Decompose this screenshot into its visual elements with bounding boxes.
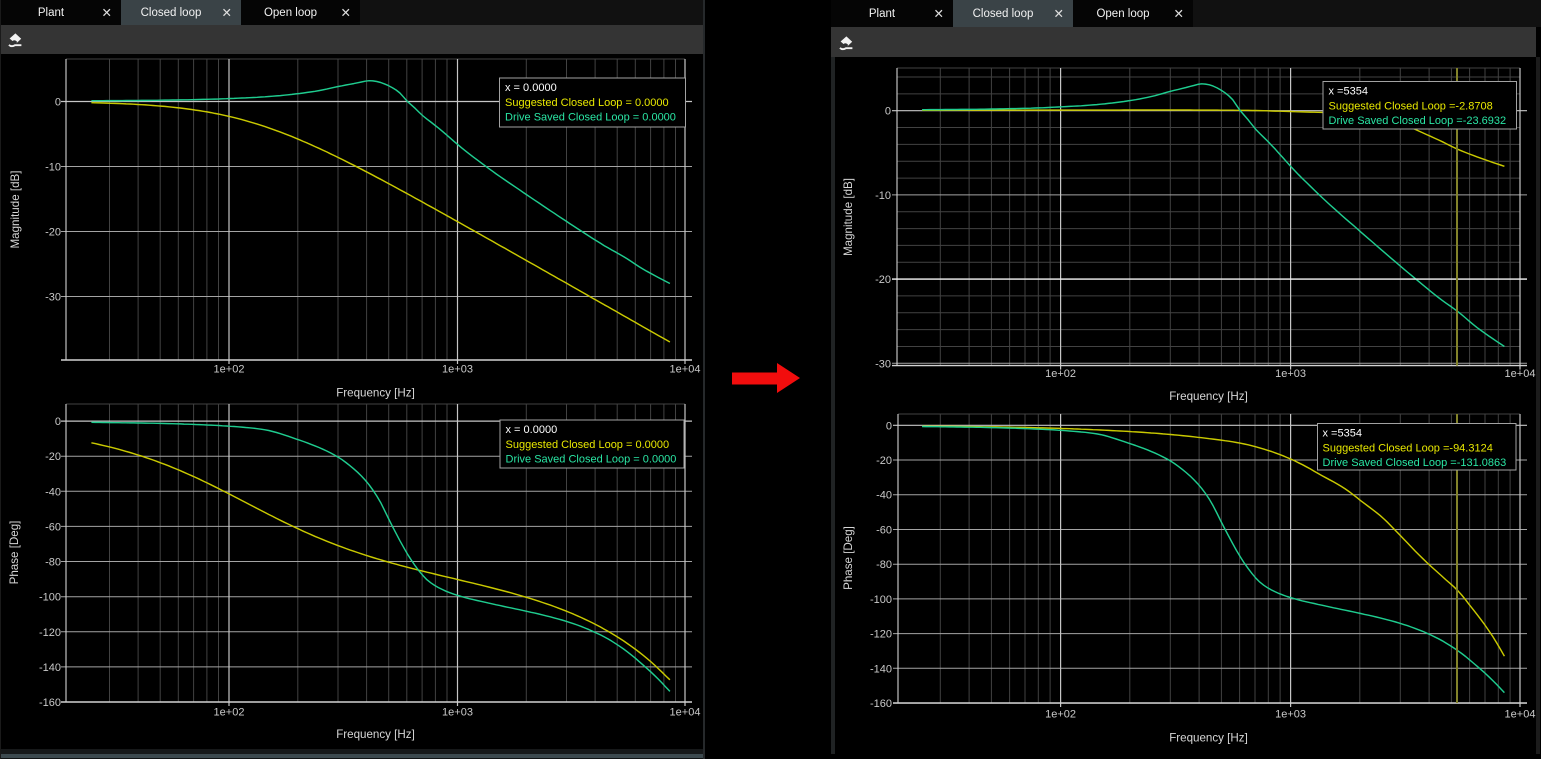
svg-text:-120: -120 — [39, 627, 61, 639]
svg-text:-20: -20 — [875, 274, 891, 286]
svg-text:1e+04: 1e+04 — [1505, 709, 1536, 721]
svg-text:-40: -40 — [45, 486, 61, 498]
svg-text:Suggested Closed Loop = 0.0000: Suggested Closed Loop = 0.0000 — [506, 439, 670, 451]
svg-text:0: 0 — [885, 106, 891, 118]
svg-text:1e+04: 1e+04 — [670, 707, 701, 719]
svg-text:-60: -60 — [45, 521, 61, 533]
svg-text:1e+02: 1e+02 — [214, 707, 245, 719]
svg-text:-20: -20 — [45, 227, 61, 239]
svg-text:Phase [Deg]: Phase [Deg] — [842, 526, 855, 590]
svg-text:-100: -100 — [870, 594, 892, 606]
svg-text:-30: -30 — [875, 358, 891, 370]
svg-text:Frequency [Hz]: Frequency [Hz] — [336, 728, 415, 741]
svg-text:-40: -40 — [876, 490, 892, 502]
svg-text:-10: -10 — [875, 190, 891, 202]
svg-text:1e+02: 1e+02 — [1045, 709, 1076, 721]
svg-text:Frequency [Hz]: Frequency [Hz] — [336, 387, 415, 400]
svg-text:0: 0 — [55, 416, 61, 428]
svg-text:-160: -160 — [39, 697, 61, 709]
svg-text:-10: -10 — [45, 162, 61, 174]
svg-text:0: 0 — [886, 420, 892, 432]
svg-text:Drive Saved Closed Loop =-23.6: Drive Saved Closed Loop =-23.6932 — [1329, 115, 1507, 127]
svg-text:Frequency [Hz]: Frequency [Hz] — [1169, 390, 1248, 403]
svg-text:-60: -60 — [876, 525, 892, 537]
svg-text:x =5354: x =5354 — [1329, 86, 1368, 98]
svg-text:-80: -80 — [45, 557, 61, 569]
svg-text:Drive Saved Closed Loop =-131.: Drive Saved Closed Loop =-131.0863 — [1323, 457, 1507, 469]
svg-text:Drive Saved Closed Loop = 0.00: Drive Saved Closed Loop = 0.0000 — [505, 112, 676, 124]
svg-text:-140: -140 — [870, 663, 892, 675]
svg-text:-100: -100 — [39, 592, 61, 604]
svg-text:0: 0 — [55, 97, 61, 109]
svg-text:-140: -140 — [39, 662, 61, 674]
svg-text:Suggested Closed Loop = 0.0000: Suggested Closed Loop = 0.0000 — [505, 97, 669, 109]
svg-text:Frequency [Hz]: Frequency [Hz] — [1169, 732, 1248, 745]
svg-text:-20: -20 — [876, 455, 892, 467]
svg-text:Magnitude [dB]: Magnitude [dB] — [9, 171, 22, 249]
svg-text:Suggested Closed Loop =-94.312: Suggested Closed Loop =-94.3124 — [1323, 442, 1493, 454]
svg-text:1e+02: 1e+02 — [214, 364, 245, 376]
svg-text:1e+03: 1e+03 — [442, 364, 473, 376]
svg-text:1e+02: 1e+02 — [1045, 368, 1076, 380]
svg-text:Drive Saved Closed Loop = 0.00: Drive Saved Closed Loop = 0.0000 — [506, 454, 677, 466]
svg-text:1e+03: 1e+03 — [1275, 709, 1306, 721]
svg-text:-30: -30 — [45, 292, 61, 304]
svg-text:-160: -160 — [870, 698, 892, 710]
svg-text:Phase [Deg]: Phase [Deg] — [8, 521, 21, 585]
svg-text:1e+03: 1e+03 — [1275, 368, 1306, 380]
svg-text:1e+04: 1e+04 — [670, 364, 701, 376]
svg-text:-20: -20 — [45, 451, 61, 463]
svg-text:-120: -120 — [870, 629, 892, 641]
svg-text:-80: -80 — [876, 559, 892, 571]
svg-text:Magnitude [dB]: Magnitude [dB] — [842, 178, 855, 256]
svg-text:x =5354: x =5354 — [1323, 428, 1362, 440]
svg-text:Suggested Closed Loop =-2.8708: Suggested Closed Loop =-2.8708 — [1329, 100, 1493, 112]
svg-text:x = 0.0000: x = 0.0000 — [506, 424, 558, 436]
svg-text:x = 0.0000: x = 0.0000 — [505, 82, 557, 94]
svg-text:1e+03: 1e+03 — [442, 707, 473, 719]
svg-text:1e+04: 1e+04 — [1505, 368, 1536, 380]
